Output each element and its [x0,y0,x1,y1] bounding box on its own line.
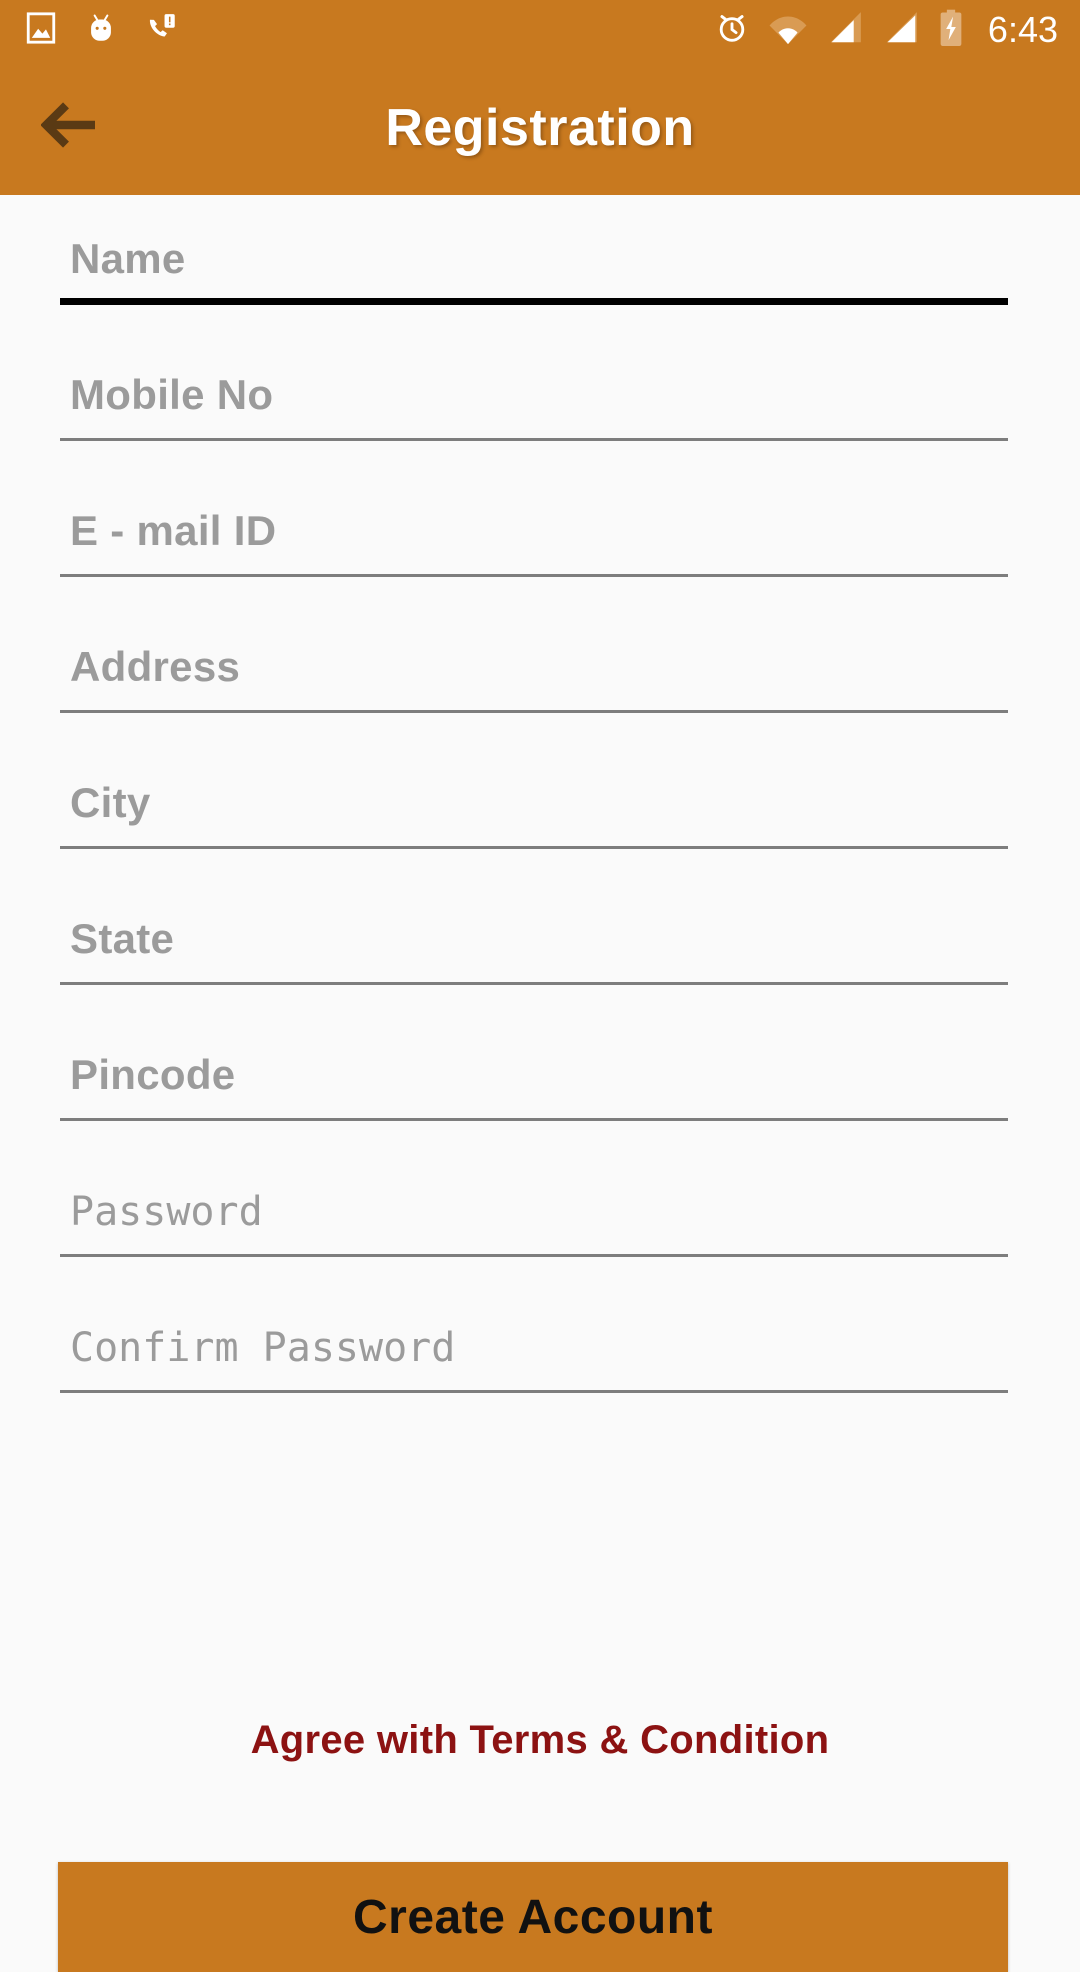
field-email-id-placeholder: E - mail ID [70,507,277,554]
missed-call-icon [144,11,178,50]
field-email-id[interactable]: E - mail ID [60,481,1008,577]
field-pincode-underline [60,1118,1008,1121]
field-name-placeholder: Name [70,235,186,282]
cellular-signal-sim2-icon [882,10,920,51]
status-bar-clock: 6:43 [987,9,1058,50]
app-bar: Registration [0,60,1080,195]
registration-form: Name Mobile No E - mail ID Address City … [0,195,1080,1920]
field-address[interactable]: Address [60,617,1008,713]
field-city-placeholder: City [70,779,151,826]
cellular-signal-sim1-icon [826,10,864,51]
field-name-underline [60,298,1008,305]
field-state-underline [60,982,1008,985]
field-pincode[interactable]: Pincode [60,1025,1008,1121]
field-email-id-underline [60,574,1008,577]
field-state-placeholder: State [70,915,175,962]
field-password-placeholder: Password [70,1189,263,1235]
field-password-underline [60,1254,1008,1257]
field-mobile-no[interactable]: Mobile No [60,345,1008,441]
field-confirm-password-underline [60,1390,1008,1393]
field-state[interactable]: State [60,889,1008,985]
status-bar-notification-icons [24,11,178,50]
field-name[interactable]: Name [60,209,1008,305]
field-address-placeholder: Address [70,643,241,690]
page-title: Registration [385,98,695,157]
create-account-button[interactable]: Create Account [58,1862,1008,1972]
field-mobile-no-underline [60,438,1008,441]
field-password[interactable]: Password [60,1161,1008,1257]
field-city[interactable]: City [60,753,1008,849]
field-city-underline [60,846,1008,849]
field-address-underline [60,710,1008,713]
screenshot-image-icon [24,11,58,50]
battery-charging-icon [938,9,964,52]
status-bar-system-icons: 6:43 [714,9,1058,52]
field-mobile-no-placeholder: Mobile No [70,371,274,418]
field-pincode-placeholder: Pincode [70,1051,236,1098]
status-bar[interactable]: 6:43 [0,0,1080,60]
field-confirm-password-placeholder: Confirm Password [70,1325,456,1371]
terms-and-conditions-link[interactable]: Agree with Terms & Condition [0,1695,1080,1785]
android-system-icon [84,11,118,50]
field-confirm-password[interactable]: Confirm Password [60,1297,1008,1393]
alarm-clock-icon [714,10,750,51]
wifi-icon [768,10,808,51]
